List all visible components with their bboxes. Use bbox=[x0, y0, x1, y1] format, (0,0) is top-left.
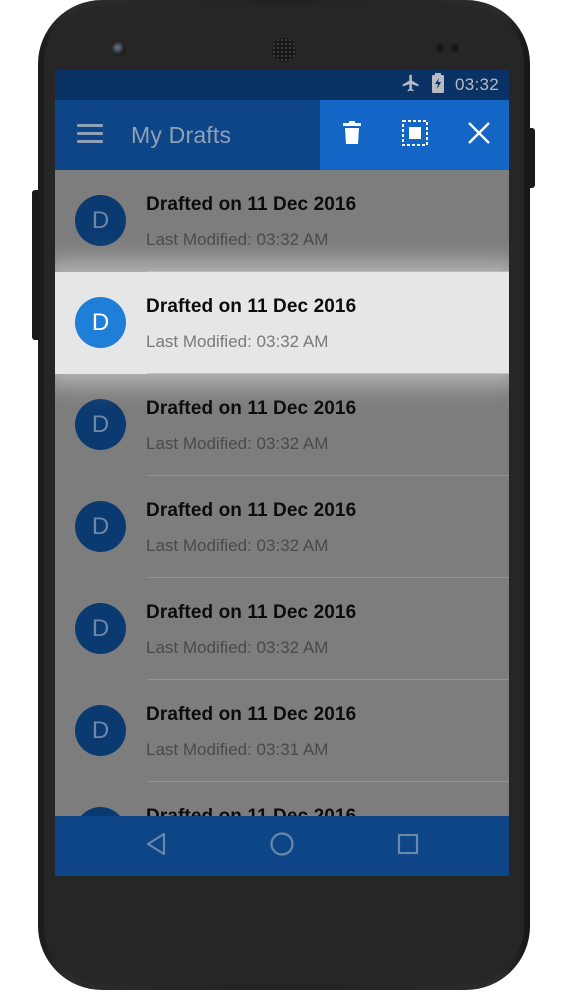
power-button bbox=[529, 128, 535, 188]
earpiece-speaker bbox=[272, 38, 296, 62]
avatar: D bbox=[75, 705, 126, 756]
draft-modified: Last Modified: 03:32 AM bbox=[146, 536, 329, 555]
back-button[interactable] bbox=[121, 816, 191, 876]
light-sensor bbox=[451, 44, 459, 52]
home-icon bbox=[269, 831, 295, 862]
delete-button[interactable] bbox=[322, 100, 382, 170]
draft-modified: Last Modified: 03:32 AM bbox=[146, 332, 329, 351]
draft-modified: Last Modified: 03:32 AM bbox=[146, 638, 329, 657]
contextual-actions bbox=[320, 100, 509, 170]
draft-modified: Last Modified: 03:32 AM bbox=[146, 230, 329, 249]
close-button[interactable] bbox=[449, 100, 509, 170]
airplane-mode-icon bbox=[401, 73, 421, 98]
delete-icon bbox=[341, 120, 363, 150]
avatar: D bbox=[75, 399, 126, 450]
draft-row[interactable]: D Drafted on 11 Dec 2016 Last Modified: … bbox=[55, 170, 509, 272]
draft-row[interactable]: D Drafted on 11 Dec 2016 Last Modified: … bbox=[55, 680, 509, 782]
volume-button bbox=[32, 190, 39, 340]
draft-title: Drafted on 11 Dec 2016 bbox=[146, 704, 357, 725]
divider bbox=[147, 373, 509, 374]
avatar: D bbox=[75, 195, 126, 246]
avatar: D bbox=[75, 807, 126, 816]
proximity-sensor bbox=[436, 44, 444, 52]
draft-row[interactable]: D Drafted on 11 Dec 2016 Last Modified: … bbox=[55, 578, 509, 680]
draft-row-selected[interactable]: D Drafted on 11 Dec 2016 Last Modified: … bbox=[55, 272, 509, 374]
hamburger-menu-icon[interactable] bbox=[77, 124, 103, 144]
avatar: D bbox=[75, 501, 126, 552]
home-button[interactable] bbox=[247, 816, 317, 876]
status-bar: 03:32 bbox=[55, 70, 509, 100]
page-title: My Drafts bbox=[131, 122, 232, 148]
screen: 03:32 My Drafts D Drafted on 11 Dec 2016… bbox=[55, 70, 509, 876]
battery-charging-icon bbox=[431, 72, 445, 98]
back-icon bbox=[145, 832, 167, 861]
recents-button[interactable] bbox=[373, 816, 443, 876]
draft-title: Drafted on 11 Dec 2016 bbox=[146, 806, 356, 816]
navigation-bar bbox=[55, 816, 509, 876]
front-camera bbox=[112, 42, 126, 56]
select-all-button[interactable] bbox=[385, 100, 445, 170]
draft-row[interactable]: D Drafted on 11 Dec 2016 bbox=[55, 782, 509, 816]
draft-title: Drafted on 11 Dec 2016 bbox=[146, 500, 357, 521]
draft-title: Drafted on 11 Dec 2016 bbox=[146, 296, 357, 317]
draft-row[interactable]: D Drafted on 11 Dec 2016 Last Modified: … bbox=[55, 476, 509, 578]
close-icon bbox=[467, 121, 491, 150]
avatar: D bbox=[75, 297, 126, 348]
recents-icon bbox=[397, 833, 419, 860]
select-all-icon bbox=[402, 119, 428, 151]
status-time: 03:32 bbox=[454, 75, 499, 94]
drafts-list: D Drafted on 11 Dec 2016 Last Modified: … bbox=[55, 170, 509, 816]
draft-modified: Last Modified: 03:31 AM bbox=[146, 740, 329, 759]
draft-row[interactable]: D Drafted on 11 Dec 2016 Last Modified: … bbox=[55, 374, 509, 476]
draft-title: Drafted on 11 Dec 2016 bbox=[146, 398, 357, 419]
avatar: D bbox=[75, 603, 126, 654]
draft-title: Drafted on 11 Dec 2016 bbox=[146, 194, 357, 215]
draft-modified: Last Modified: 03:32 AM bbox=[146, 434, 329, 453]
draft-title: Drafted on 11 Dec 2016 bbox=[146, 602, 357, 623]
